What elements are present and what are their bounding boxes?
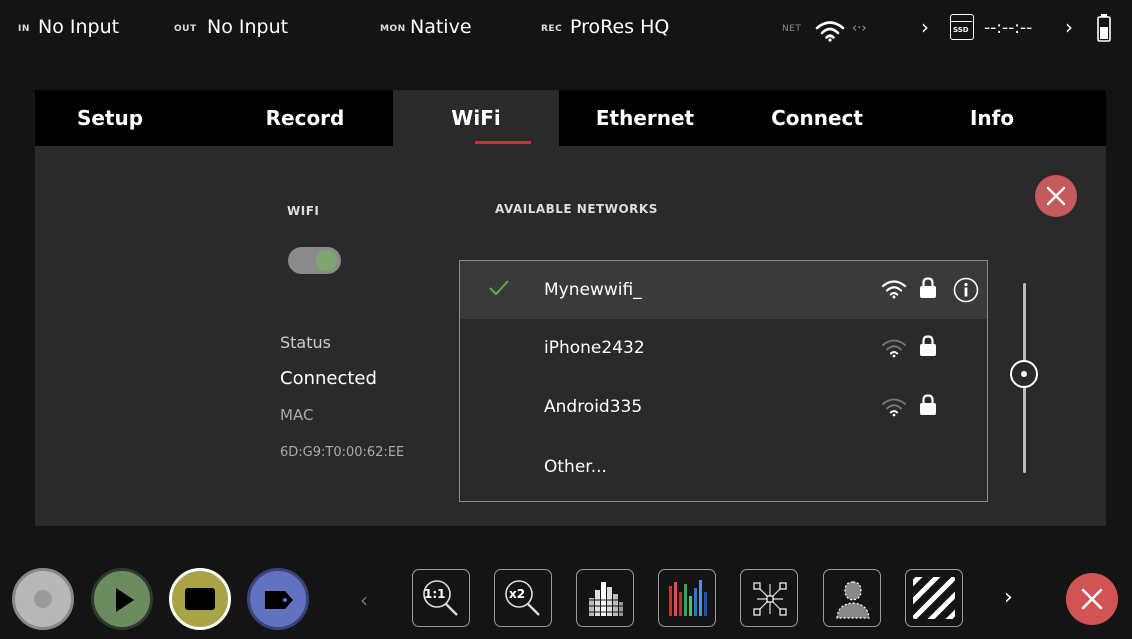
network-name: Other... [544, 457, 607, 477]
wifi-icon [881, 279, 907, 303]
chevron-right-icon[interactable]: › [1004, 585, 1013, 610]
ssd-icon[interactable]: SSD [950, 14, 974, 40]
chevron-left-icon[interactable]: ‹ [360, 588, 368, 612]
display-button[interactable] [169, 568, 231, 630]
battery-icon [1097, 14, 1111, 46]
zoom-x2-tool[interactable]: x2 [494, 569, 552, 627]
tab-wifi[interactable]: WiFi [393, 90, 559, 146]
lock-icon [919, 394, 937, 420]
monitor-value[interactable]: Native [410, 16, 472, 38]
zoom-1to1-label: 1:1 [424, 587, 446, 601]
input-label: IN [18, 24, 30, 34]
timecode: --:--:-- [984, 18, 1033, 38]
tab-connect[interactable]: Connect [731, 90, 903, 146]
zebra-stripes-icon [913, 577, 955, 619]
close-icon [1081, 588, 1103, 610]
lock-icon [919, 335, 937, 361]
ssd-label: SSD [953, 26, 969, 34]
record-format-label: REC [541, 24, 563, 34]
play-button[interactable] [91, 568, 153, 630]
chevron-right-icon[interactable]: › [1065, 15, 1073, 39]
network-label: NET [782, 24, 802, 34]
network-row[interactable]: iPhone2432 [460, 319, 987, 377]
network-ethernet-indicator: ‹·› [852, 21, 867, 36]
status-value: Connected [280, 368, 377, 389]
tab-info[interactable]: Info [903, 90, 1081, 146]
waveform-tool[interactable] [576, 569, 634, 627]
wifi-toggle-knob [316, 250, 337, 271]
output-value[interactable]: No Input [207, 16, 288, 38]
wifi-icon [881, 338, 907, 362]
active-tab-indicator [475, 141, 531, 144]
zoom-x2-label: x2 [509, 587, 526, 601]
tab-setup[interactable]: Setup [35, 90, 185, 146]
exit-button[interactable] [1066, 573, 1118, 625]
mac-label: MAC [280, 406, 314, 424]
wifi-status-icon[interactable] [815, 20, 845, 46]
tab-ethernet[interactable]: Ethernet [559, 90, 731, 146]
available-networks-heading: AVAILABLE NETWORKS [495, 202, 658, 216]
focus-network-icon [753, 582, 787, 616]
info-icon[interactable] [953, 277, 979, 307]
play-icon [116, 588, 134, 612]
network-name: Android335 [544, 397, 643, 417]
network-list: Mynewwifi_ iPhone2432 Android335 Other..… [459, 260, 988, 502]
tag-button[interactable] [247, 568, 309, 630]
zoom-1to1-tool[interactable]: 1:1 [412, 569, 470, 627]
focus-peaking-tool[interactable] [823, 569, 881, 627]
scrollbar-handle[interactable] [1010, 360, 1038, 388]
close-icon [1046, 186, 1066, 206]
zebra-tool[interactable] [905, 569, 963, 627]
display-icon [185, 588, 215, 610]
network-row[interactable]: Android335 [460, 378, 987, 436]
record-format-value[interactable]: ProRes HQ [570, 16, 669, 38]
settings-tab-bar: Setup Record WiFi Ethernet Connect Info [35, 90, 1106, 146]
network-name: iPhone2432 [544, 338, 645, 358]
monitor-label: MON [380, 24, 406, 34]
tag-icon [265, 591, 293, 609]
checkmark-icon [488, 279, 510, 301]
network-row[interactable]: Mynewwifi_ [460, 261, 987, 319]
wifi-toggle[interactable] [288, 247, 341, 274]
vectorscope-tool[interactable] [658, 569, 716, 627]
wifi-icon [881, 397, 907, 421]
input-value[interactable]: No Input [38, 16, 119, 38]
close-button[interactable] [1035, 175, 1077, 217]
person-silhouette-icon [836, 581, 870, 619]
mac-address: 6D:G9:T0:00:62:EE [280, 445, 405, 460]
tab-record[interactable]: Record [215, 90, 395, 146]
network-row-other[interactable]: Other... [460, 438, 987, 496]
rgb-parade-icon [669, 580, 707, 616]
network-name: Mynewwifi_ [544, 280, 642, 300]
false-color-tool[interactable] [740, 569, 798, 627]
lock-icon [919, 277, 937, 303]
status-label: Status [280, 333, 331, 352]
record-icon [34, 590, 52, 608]
waveform-icon [589, 582, 623, 616]
record-button[interactable] [12, 568, 74, 630]
chevron-right-icon[interactable]: › [921, 15, 929, 39]
wifi-section-label: WIFI [287, 204, 320, 218]
output-label: OUT [174, 24, 197, 34]
